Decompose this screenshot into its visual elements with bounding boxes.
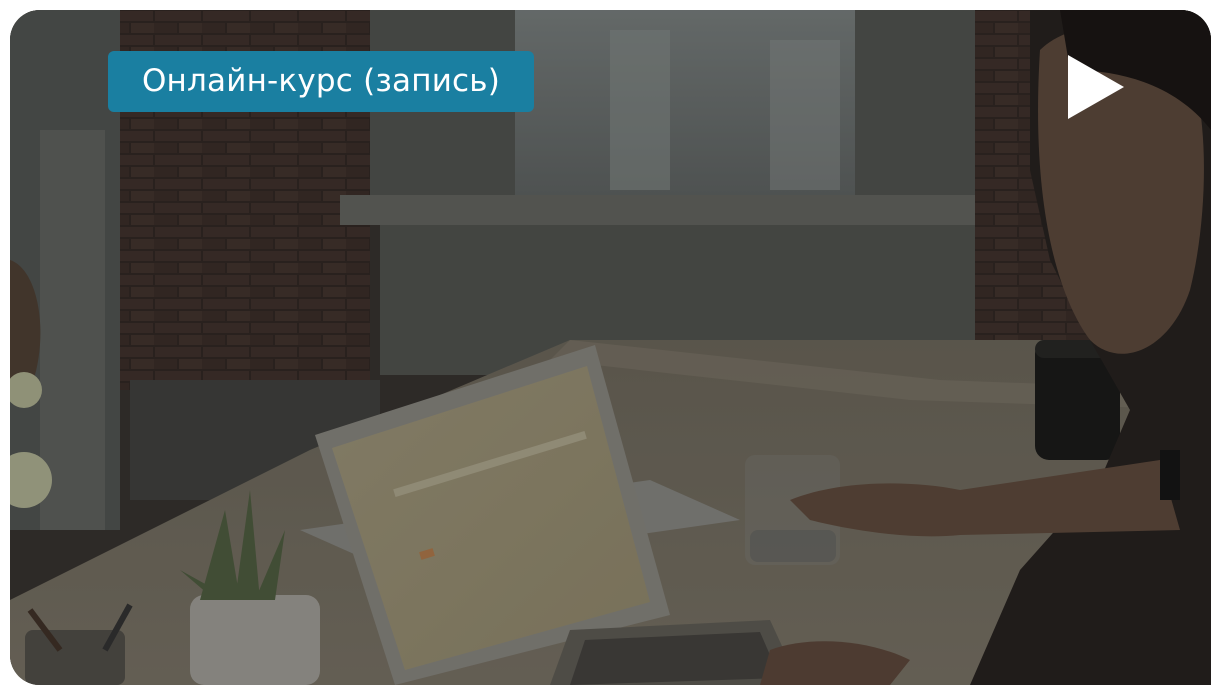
course-type-badge: Онлайн-курс (запись) (108, 51, 534, 112)
play-icon[interactable] (1066, 55, 1126, 119)
play-button[interactable] (1056, 47, 1136, 127)
course-video-card[interactable]: Онлайн-курс (запись) (10, 10, 1211, 685)
